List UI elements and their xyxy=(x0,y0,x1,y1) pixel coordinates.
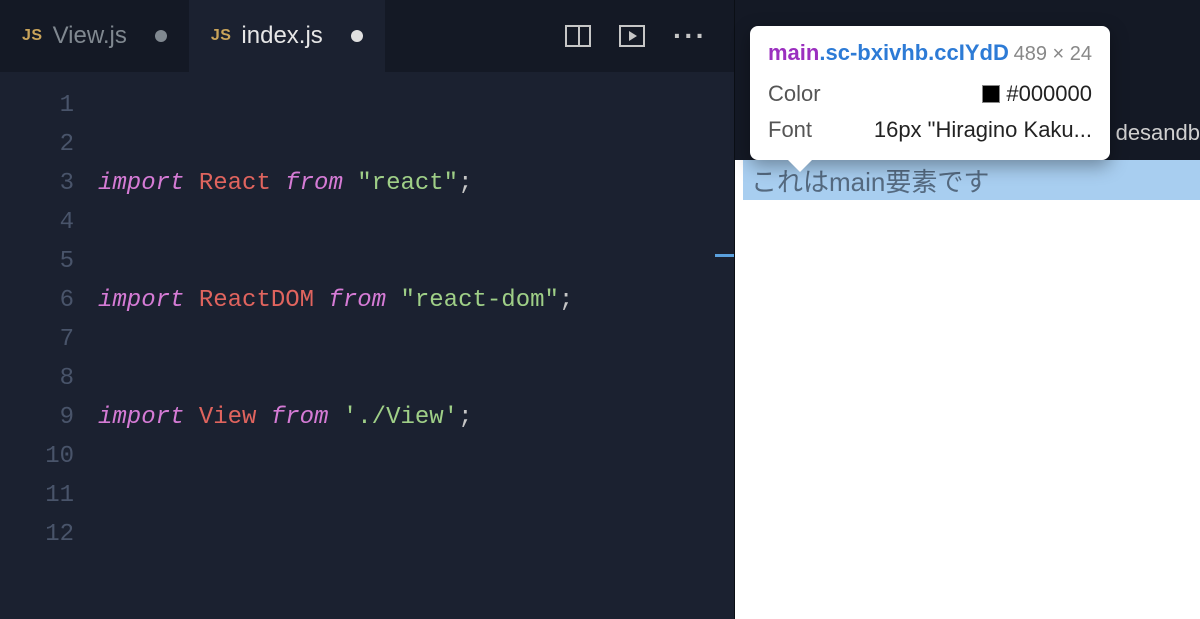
tooltip-row-color: Color #000000 xyxy=(768,76,1092,112)
preview-pane: desandb これはmain要素です main.sc-bxivhb.ccIYd… xyxy=(735,0,1200,619)
tab-view-js[interactable]: JS View.js xyxy=(0,0,189,72)
split-layout-icon[interactable] xyxy=(565,25,591,47)
tab-bar: JS View.js JS index.js ··· xyxy=(0,0,735,72)
inspected-element-text: これはmain要素です xyxy=(751,162,989,199)
code-area[interactable]: import React from "react"; import ReactD… xyxy=(98,86,735,619)
editor-toolbar: ··· xyxy=(565,20,735,52)
element-inspector-tooltip: main.sc-bxivhb.ccIYdD 489 × 24 Color #00… xyxy=(750,26,1110,160)
tab-index-js[interactable]: JS index.js xyxy=(189,0,385,72)
line-gutter: 1 2 3 4 5 6 7 8 9 10 11 12 xyxy=(0,86,98,619)
dirty-indicator-icon xyxy=(351,30,363,42)
selector-text: main.sc-bxivhb.ccIYdD xyxy=(768,40,1009,66)
tab-label: View.js xyxy=(53,22,127,50)
truncated-text: desandb xyxy=(1116,120,1200,146)
dimensions-text: 489 × 24 xyxy=(1014,43,1092,66)
js-file-icon: JS xyxy=(22,27,43,45)
js-file-icon: JS xyxy=(211,27,232,45)
more-icon[interactable]: ··· xyxy=(673,20,707,52)
tooltip-row-font: Font 16px "Hiragino Kaku... xyxy=(768,112,1092,148)
scroll-position-marker xyxy=(715,254,735,257)
tab-label: index.js xyxy=(241,22,322,50)
dirty-indicator-icon xyxy=(155,30,167,42)
preview-icon[interactable] xyxy=(619,25,645,47)
code-editor[interactable]: 1 2 3 4 5 6 7 8 9 10 11 12 import React … xyxy=(0,72,735,619)
color-swatch-icon xyxy=(982,85,1000,103)
